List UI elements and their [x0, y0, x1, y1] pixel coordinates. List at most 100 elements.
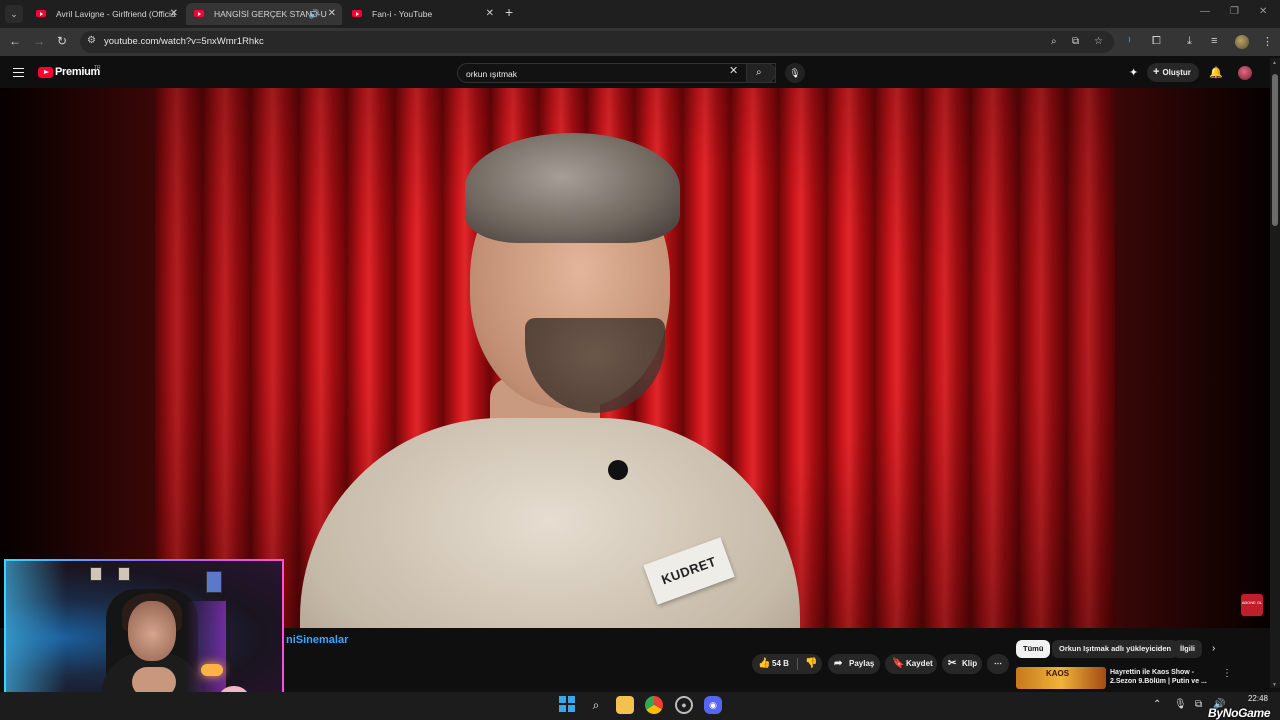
share-button[interactable]: ➦ Paylaş — [828, 654, 880, 674]
tray-chevron-up-icon[interactable]: ⌃ — [1153, 699, 1161, 710]
search-icon: ⌕ — [756, 67, 762, 78]
obs-app-icon[interactable]: ● — [675, 696, 693, 714]
tab-title: Fan-i - YouTube — [372, 9, 433, 19]
download-icon[interactable]: ⤓ — [1187, 35, 1192, 48]
tray-microphone-icon[interactable]: 🎙 — [1174, 699, 1187, 710]
tab-title: Avril Lavigne - Girlfriend (Officia — [56, 9, 176, 19]
tab-close-icon[interactable]: ✕ — [328, 3, 336, 25]
site-info-icon[interactable]: ⚙ — [87, 35, 96, 46]
zoom-icon[interactable]: ⌕ — [1051, 36, 1057, 47]
maximize-icon[interactable]: ❐ — [1230, 6, 1239, 17]
more-dots-icon: ⋯ — [994, 659, 1002, 668]
speaker-hair — [465, 133, 680, 243]
video-letterbox-left — [0, 88, 155, 628]
forward-arrow-icon[interactable]: → — [33, 34, 45, 48]
youtube-favicon-icon — [352, 10, 362, 17]
clip-label: Klip — [962, 659, 978, 668]
scissors-icon: ✂ — [948, 658, 957, 669]
tab-hangisi[interactable]: HANGİSİ GERÇEK STAND-U 🔊 ✕ — [186, 3, 342, 25]
youtube-masthead: Premium TR — [0, 58, 1270, 88]
wall-frame — [90, 567, 102, 581]
file-explorer-folder-icon[interactable] — [616, 696, 634, 714]
share-label: Paylaş — [849, 659, 875, 668]
search-input[interactable] — [466, 67, 726, 80]
like-count: 54 B — [772, 659, 789, 668]
media-controls-icon[interactable]: ≡ — [1211, 35, 1217, 47]
create-button[interactable]: + Oluştur — [1147, 63, 1199, 82]
save-label: Kaydet — [906, 659, 933, 668]
address-bar[interactable]: ⚙ youtube.com/watch?v=5nxWmr1Rhkc ⌕ ⧉ ☆ — [80, 31, 1114, 53]
thumbs-up-icon: 👍 — [758, 658, 771, 669]
more-actions-button[interactable]: ⋯ — [987, 654, 1009, 674]
discord-icon[interactable]: ◉ — [704, 696, 722, 714]
browser-tab-bar: ⌄ Avril Lavigne - Girlfriend (Officia ✕ … — [0, 0, 1280, 28]
chrome-browser-icon[interactable] — [645, 696, 663, 714]
region-code: TR — [94, 65, 101, 71]
chip-all[interactable]: Tümü — [1016, 640, 1051, 658]
browser-profile-avatar[interactable] — [1235, 35, 1249, 49]
stream-watermark-logo: ByNoGame — [1208, 706, 1271, 720]
bookmark-icon: 🔖 — [892, 658, 905, 669]
minimize-icon[interactable]: — — [1200, 6, 1210, 17]
like-dislike-divider — [797, 658, 798, 670]
clear-search-close-icon[interactable]: ✕ — [729, 64, 738, 77]
taskbar-search-icon[interactable]: ⌕ — [587, 696, 605, 714]
bookmark-star-icon[interactable]: ☆ — [1094, 36, 1103, 47]
wall-poster — [206, 571, 222, 593]
channel-name-link[interactable]: niSinemalar — [286, 634, 348, 646]
address-toolbar: ← → ↻ ⚙ youtube.com/watch?v=5nxWmr1Rhkc … — [0, 28, 1280, 56]
tray-network-icon[interactable]: ⧉ — [1195, 699, 1202, 710]
window-close-icon[interactable]: ✕ — [1259, 6, 1267, 17]
plus-icon: + — [1153, 66, 1160, 78]
notifications-bell-icon[interactable]: 🔔 — [1209, 66, 1223, 79]
scrollbar-thumb[interactable] — [1272, 74, 1278, 226]
clip-button[interactable]: ✂ Klip — [942, 654, 982, 674]
browser-menu-icon[interactable]: ⋮ — [1262, 35, 1273, 48]
url-text[interactable]: youtube.com/watch?v=5nxWmr1Rhkc — [104, 36, 264, 47]
save-button[interactable]: 🔖 Kaydet — [885, 654, 937, 674]
speaker-icon[interactable]: 🔊 — [309, 3, 320, 25]
tab-list-chevron-down-icon[interactable]: ⌄ — [5, 5, 23, 23]
tab-fan-i[interactable]: Fan-i - YouTube ✕ — [344, 3, 500, 25]
scroll-down-arrow-icon[interactable]: ▼ — [1272, 682, 1277, 688]
wall-frame — [118, 567, 130, 581]
chip-next-chevron-right-icon[interactable]: › — [1212, 643, 1215, 654]
search-button[interactable]: ⌕ — [746, 63, 776, 83]
thumbnail-text: KAOS — [1046, 669, 1070, 678]
recommendation-title[interactable]: Hayrettin ile Kaos Show - 2.Sezon 9.Bölü… — [1110, 668, 1214, 686]
scroll-up-arrow-icon[interactable]: ▲ — [1272, 60, 1277, 66]
ai-sparkle-icon[interactable]: ✦ — [1129, 66, 1138, 79]
windows-start-icon[interactable] — [559, 696, 575, 712]
account-avatar[interactable] — [1238, 66, 1252, 80]
desk-lamp — [201, 664, 223, 676]
taskbar-clock[interactable]: 22:48 — [1240, 694, 1268, 703]
reload-icon[interactable]: ↻ — [57, 34, 67, 48]
voice-search-microphone-icon[interactable]: 🎙 — [785, 63, 805, 83]
create-label: Oluştur — [1162, 68, 1191, 77]
tab-avril[interactable]: Avril Lavigne - Girlfriend (Officia ✕ — [28, 3, 184, 25]
chip-related[interactable]: İlgili — [1173, 640, 1202, 658]
subscribe-watermark-badge[interactable]: ABONE OL — [1241, 594, 1263, 616]
recommendation-menu-icon[interactable]: ⋮ — [1222, 668, 1232, 679]
youtube-favicon-icon — [36, 10, 46, 17]
recommendation-thumbnail[interactable]: KAOS — [1016, 667, 1106, 689]
tab-close-icon[interactable]: ✕ — [170, 3, 178, 25]
extension-audio-icon[interactable]: ⁾ — [1128, 35, 1131, 48]
video-player[interactable]: KUDRET ABONE OL — [0, 88, 1270, 628]
back-arrow-icon[interactable]: ← — [9, 34, 21, 48]
video-letterbox-right — [1115, 88, 1270, 628]
dislike-button[interactable]: 👎 — [800, 654, 822, 674]
share-arrow-icon: ➦ — [834, 658, 843, 669]
new-tab-plus-icon[interactable]: + — [505, 4, 513, 20]
youtube-favicon-icon — [194, 10, 204, 17]
extensions-puzzle-icon[interactable]: ⧠ — [1152, 35, 1161, 48]
lavalier-microphone — [608, 460, 628, 480]
youtube-logo-icon[interactable] — [38, 67, 53, 78]
streamer-face — [128, 601, 176, 661]
tab-close-icon[interactable]: ✕ — [486, 3, 494, 25]
menu-hamburger-icon[interactable] — [13, 68, 24, 77]
install-app-icon[interactable]: ⧉ — [1072, 36, 1079, 47]
thumbs-down-icon: 👎 — [805, 658, 818, 669]
chip-from-uploader[interactable]: Orkun Işıtmak adlı yükleyiciden — [1052, 640, 1179, 658]
windows-taskbar — [0, 692, 1280, 720]
